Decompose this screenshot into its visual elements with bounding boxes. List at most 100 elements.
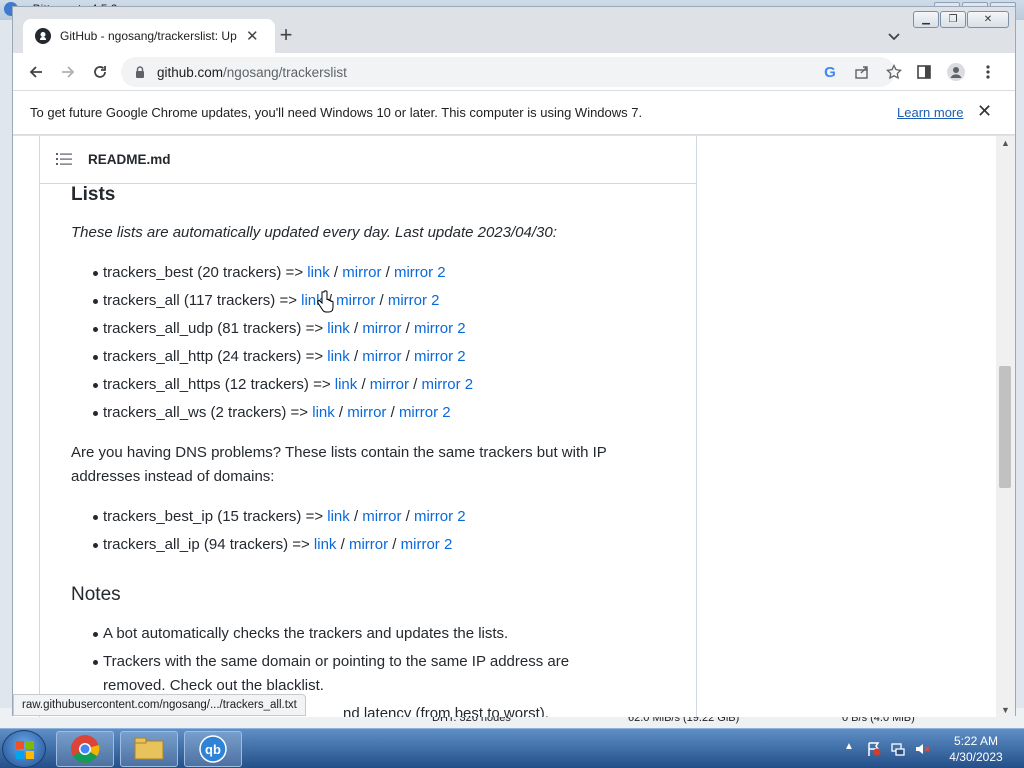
tracker-mirror-link[interactable]: mirror: [349, 536, 388, 553]
tracker-mirror-link[interactable]: mirror: [347, 404, 386, 421]
google-lens-button[interactable]: G: [819, 61, 841, 83]
update-text: These lists are automatically updated ev…: [71, 224, 557, 241]
close-window-button[interactable]: ✕: [967, 11, 1009, 28]
blacklist-link[interactable]: blacklist: [266, 677, 319, 694]
tab-github-trackerslist[interactable]: GitHub - ngosang/trackerslist: Up ✕: [23, 19, 275, 53]
network-icon[interactable]: [890, 741, 906, 757]
list-item: trackers_all_ip (94 trackers) => link / …: [103, 536, 453, 553]
dns-paragraph-line2: addresses instead of domains:: [71, 468, 275, 485]
clock-time: 5:22 AM: [953, 734, 999, 748]
page-viewport: README.md Lists These lists are automati…: [13, 136, 996, 717]
list-item: trackers_all_http (24 trackers) => link …: [103, 348, 466, 365]
note-sorted-partial: nd latency (from best to worst).: [343, 705, 549, 717]
reload-icon: [94, 66, 106, 78]
tracker-mirror-link[interactable]: mirror: [362, 320, 401, 337]
profile-avatar-icon: [947, 63, 965, 81]
minimize-button[interactable]: ▁: [913, 11, 939, 28]
tracker-mirror-link[interactable]: mirror: [362, 348, 401, 365]
tracker-link[interactable]: link: [327, 348, 350, 365]
list-item: trackers_all_https (12 trackers) => link…: [103, 376, 474, 393]
tracker-mirror2-link[interactable]: mirror 2: [388, 292, 440, 309]
tracker-mirror2-link[interactable]: mirror 2: [401, 536, 453, 553]
maximize-button[interactable]: ❐: [940, 11, 966, 28]
note-duplicates-line2: removed. Check out the blacklist.: [103, 677, 324, 694]
share-button[interactable]: [851, 61, 873, 83]
kebab-menu-icon: [986, 65, 990, 79]
list-item: trackers_all_ws (2 trackers) => link / m…: [103, 404, 451, 421]
chrome-menu-button[interactable]: [977, 61, 999, 83]
back-button[interactable]: [25, 61, 47, 83]
hand-cursor-icon: [317, 290, 334, 313]
tracker-mirror2-link[interactable]: mirror 2: [414, 348, 466, 365]
chrome-icon: [71, 735, 100, 763]
tracker-link[interactable]: link: [312, 404, 335, 421]
folder-icon: [134, 737, 164, 760]
tab-close-icon[interactable]: ✕: [246, 27, 259, 45]
bookmark-star-button[interactable]: [883, 61, 905, 83]
start-button[interactable]: [2, 730, 46, 768]
note-bot: A bot automatically checks the trackers …: [103, 625, 509, 642]
tracker-mirror2-link[interactable]: mirror 2: [414, 320, 466, 337]
scrollbar-thumb[interactable]: [999, 366, 1011, 488]
tracker-mirror2-link[interactable]: mirror 2: [421, 376, 473, 393]
infobar-close-icon[interactable]: ✕: [977, 101, 992, 122]
tracker-link[interactable]: link: [327, 320, 350, 337]
list-item: trackers_all (117 trackers) => link / mi…: [103, 292, 440, 309]
notes-heading: Notes: [71, 584, 121, 605]
address-bar[interactable]: github.com/ngosang/trackerslist G: [121, 57, 902, 87]
window-controls: ▁ ❐ ✕: [913, 11, 1009, 28]
back-arrow-icon: [29, 66, 42, 78]
tracker-mirror-link[interactable]: mirror: [336, 292, 375, 309]
side-panel-button[interactable]: [913, 61, 935, 83]
tab-search-icon[interactable]: [887, 29, 901, 43]
tracker-mirror-link[interactable]: mirror: [342, 264, 381, 281]
tracker-link[interactable]: link: [314, 536, 337, 553]
tracker-link[interactable]: link: [307, 264, 330, 281]
list-item-name: trackers_all (117 trackers) =>: [103, 292, 302, 309]
tab-strip: GitHub - ngosang/trackerslist: Up ✕ + ▁ …: [13, 7, 1015, 53]
page-scrollbar[interactable]: ▲ ▼: [996, 136, 1015, 717]
lock-icon[interactable]: [133, 65, 147, 79]
tracker-mirror2-link[interactable]: mirror 2: [414, 508, 466, 525]
note-duplicates-line1: Trackers with the same domain or pointin…: [103, 653, 570, 670]
taskbar-qbittorrent[interactable]: qb: [184, 731, 242, 767]
system-clock[interactable]: 5:22 AM 4/30/2023: [940, 733, 1012, 765]
forward-button[interactable]: [57, 61, 79, 83]
browser-toolbar: github.com/ngosang/trackerslist G: [13, 53, 1015, 91]
list-item-name: trackers_best (20 trackers) =>: [103, 264, 308, 281]
tracker-link[interactable]: link: [335, 376, 358, 393]
github-icon: [35, 28, 51, 44]
show-hidden-icons-arrow[interactable]: ▲: [844, 741, 860, 757]
url-text[interactable]: github.com/ngosang/trackerslist: [157, 65, 347, 80]
learn-more-link[interactable]: Learn more: [897, 105, 963, 120]
bullet: [93, 299, 98, 304]
action-center-flag-icon[interactable]: [866, 741, 882, 757]
bullet: [93, 327, 98, 332]
chrome-window: GitHub - ngosang/trackerslist: Up ✕ + ▁ …: [12, 6, 1016, 717]
bullet: [93, 271, 98, 276]
tracker-link[interactable]: link: [327, 508, 350, 525]
share-icon: [855, 66, 868, 79]
volume-muted-icon[interactable]: [914, 741, 930, 757]
taskbar-chrome[interactable]: [56, 731, 114, 767]
list-item-name: trackers_all_udp (81 trackers) =>: [103, 320, 328, 337]
list-item: trackers_best (20 trackers) => link / mi…: [103, 264, 446, 281]
scroll-down-arrow-icon[interactable]: ▼: [1001, 705, 1010, 715]
infobar-message: To get future Google Chrome updates, you…: [30, 105, 643, 120]
bullet: [93, 515, 98, 520]
tracker-mirror2-link[interactable]: mirror 2: [399, 404, 451, 421]
scroll-up-arrow-icon[interactable]: ▲: [1001, 138, 1010, 148]
link-status-bubble: raw.githubusercontent.com/ngosang/.../tr…: [13, 694, 306, 716]
table-of-contents-icon[interactable]: [56, 152, 72, 166]
new-tab-button[interactable]: +: [275, 24, 297, 46]
list-item-name: trackers_all_http (24 trackers) =>: [103, 348, 328, 365]
tracker-mirror2-link[interactable]: mirror 2: [394, 264, 446, 281]
taskbar-explorer[interactable]: [120, 731, 178, 767]
profile-button[interactable]: [945, 61, 967, 83]
windows-taskbar: qb ▲ 5:22 AM 4/30/2023: [0, 728, 1024, 768]
google-icon: G: [824, 63, 836, 81]
tracker-mirror-link[interactable]: mirror: [370, 376, 409, 393]
tracker-mirror-link[interactable]: mirror: [362, 508, 401, 525]
readme-filename: README.md: [88, 152, 171, 167]
reload-button[interactable]: [89, 61, 111, 83]
